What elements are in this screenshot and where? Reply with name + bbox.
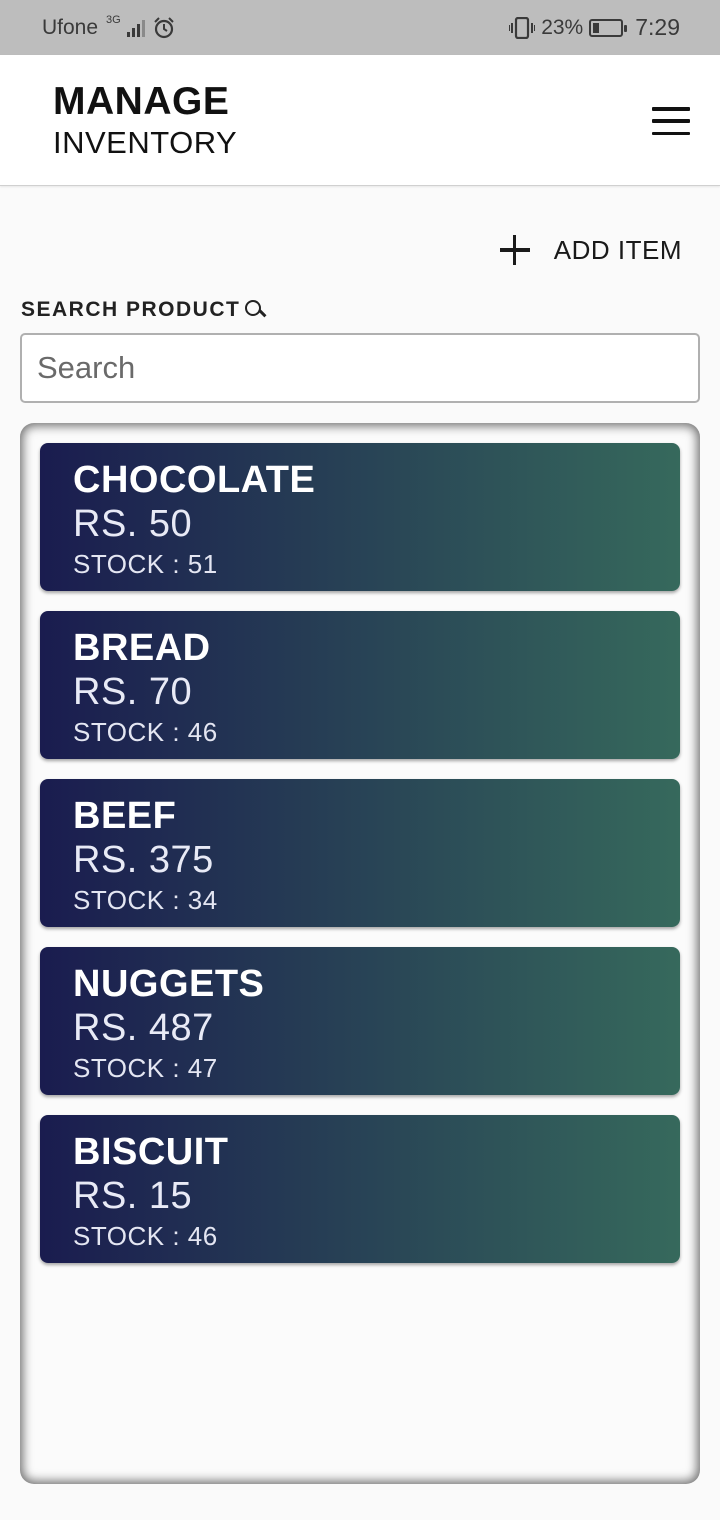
product-price: RS. 50	[73, 503, 193, 545]
battery-percent: 23%	[541, 15, 584, 39]
product-stock: STOCK : 47	[73, 1053, 218, 1083]
product-card[interactable]: BEEF RS. 375 STOCK : 34	[40, 779, 680, 927]
product-card[interactable]: BISCUIT RS. 15 STOCK : 46	[40, 1115, 680, 1263]
product-price: RS. 70	[73, 671, 193, 713]
product-card[interactable]: BREAD RS. 70 STOCK : 46	[40, 611, 680, 759]
product-list[interactable]: CHOCOLATE RS. 50 STOCK : 51 BREAD RS. 70…	[20, 423, 700, 1484]
app-bar: MANAGE INVENTORY	[0, 55, 720, 186]
page-title: MANAGE	[53, 80, 230, 123]
network-type: 3G	[106, 13, 121, 26]
alarm-icon	[154, 16, 174, 38]
product-card[interactable]: NUGGETS RS. 487 STOCK : 47	[40, 947, 680, 1095]
plus-icon	[499, 235, 530, 265]
menu-line	[652, 107, 690, 111]
product-name: BREAD	[73, 627, 211, 669]
carrier-name: Ufone	[42, 15, 99, 39]
add-item-label: ADD ITEM	[553, 234, 682, 265]
product-stock: STOCK : 34	[73, 885, 218, 915]
product-stock: STOCK : 46	[73, 717, 218, 747]
hamburger-menu-icon[interactable]	[652, 107, 690, 135]
product-name: CHOCOLATE	[73, 459, 316, 501]
product-price: RS. 375	[73, 839, 214, 881]
status-bar: Ufone 3G 23% 7:29	[0, 0, 720, 55]
battery-fill	[593, 22, 600, 33]
product-stock: STOCK : 51	[73, 549, 218, 579]
product-name: BEEF	[73, 795, 177, 837]
search-label: SEARCH PRODUCT	[21, 298, 266, 322]
product-stock: STOCK : 46	[73, 1221, 218, 1251]
search-icon	[244, 299, 266, 321]
product-card[interactable]: CHOCOLATE RS. 50 STOCK : 51	[40, 443, 680, 591]
add-item-button[interactable]: ADD ITEM	[499, 228, 682, 272]
search-label-text: SEARCH PRODUCT	[21, 298, 241, 321]
page-subtitle: INVENTORY	[53, 125, 238, 160]
signal-icon	[126, 19, 145, 37]
product-price: RS. 487	[73, 1007, 214, 1049]
menu-line	[652, 119, 690, 123]
product-name: NUGGETS	[73, 963, 265, 1005]
clock: 7:29	[635, 14, 680, 40]
search-input[interactable]	[20, 333, 700, 403]
status-left: Ufone 3G	[42, 13, 175, 40]
menu-line	[652, 131, 690, 135]
vibrate-icon	[509, 16, 536, 39]
product-price: RS. 15	[73, 1175, 193, 1217]
battery-icon	[589, 18, 628, 37]
product-name: BISCUIT	[73, 1131, 229, 1173]
status-right: 23% 7:29	[509, 14, 680, 41]
